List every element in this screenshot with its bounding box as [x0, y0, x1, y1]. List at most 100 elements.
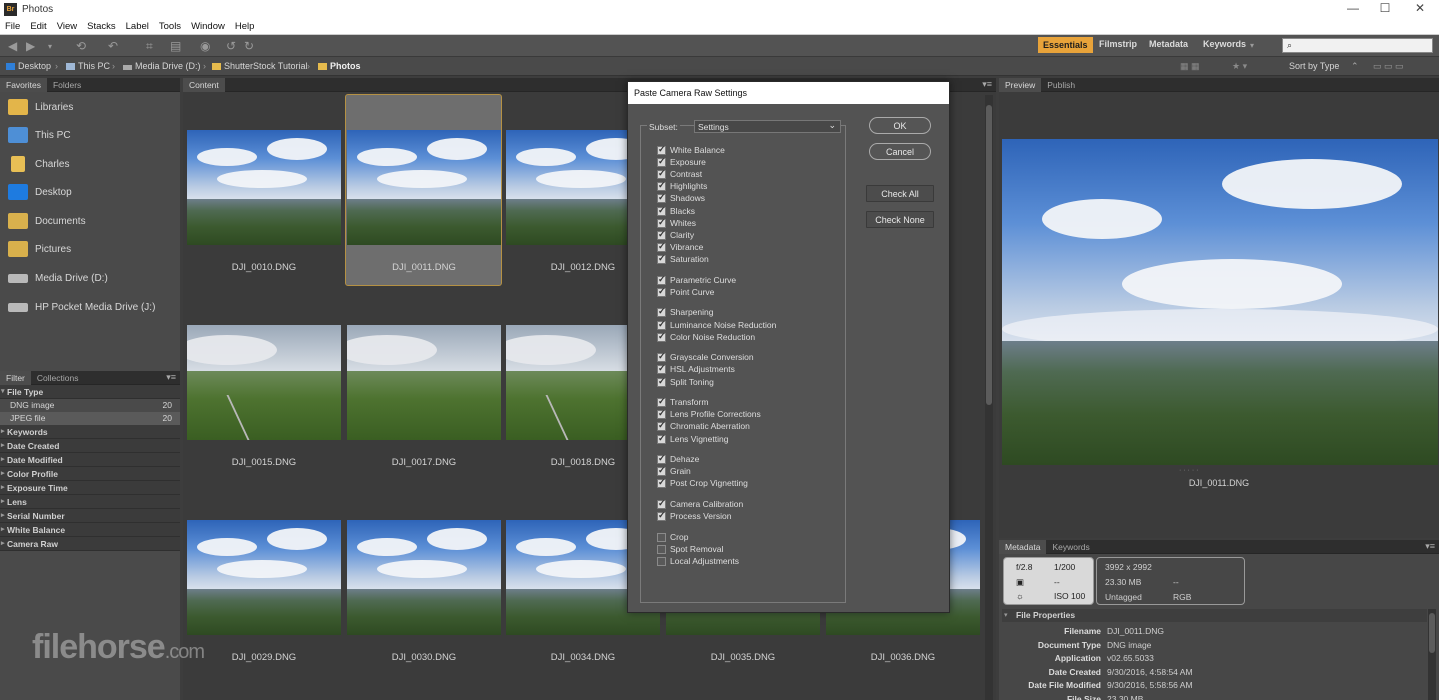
setting-checkbox[interactable]: Split Toning [657, 376, 714, 388]
setting-checkbox[interactable]: Highlights [657, 180, 707, 192]
breadcrumb-desktop[interactable]: Desktop [6, 61, 51, 71]
checkbox-icon[interactable] [657, 376, 666, 387]
open-in-camera-raw-icon[interactable]: ◉ [200, 39, 210, 53]
filter-white-balance[interactable]: White Balance [0, 523, 180, 537]
favorite-desktop[interactable]: Desktop [0, 179, 180, 207]
filter-row[interactable]: JPEG file 20 [0, 412, 180, 425]
menu-file[interactable]: File [0, 19, 25, 32]
favorite-media-drive[interactable]: Media Drive (D:) [0, 265, 180, 293]
setting-checkbox[interactable]: HSL Adjustments [657, 363, 735, 375]
checkbox-icon[interactable] [657, 331, 666, 342]
checkbox-icon[interactable] [657, 453, 666, 465]
tab-content[interactable]: Content [183, 78, 225, 92]
filter-exposure-time[interactable]: Exposure Time [0, 481, 180, 495]
history-dropdown-icon[interactable]: ▾ [48, 42, 52, 51]
menu-tools[interactable]: Tools [154, 19, 186, 32]
tab-preview[interactable]: Preview [999, 78, 1042, 92]
setting-checkbox[interactable]: Exposure [657, 156, 706, 168]
tab-filter[interactable]: Filter [0, 371, 31, 385]
workspace-essentials[interactable]: Essentials [1038, 37, 1093, 53]
setting-checkbox[interactable]: Sharpening [657, 306, 713, 318]
filter-date-created[interactable]: Date Created [0, 439, 180, 453]
rotate-right-icon[interactable]: ↻ [244, 39, 254, 53]
breadcrumb-shutterstock[interactable]: ShutterStock Tutorial [212, 61, 308, 71]
setting-checkbox[interactable]: Clarity [657, 229, 694, 241]
checkbox-icon[interactable] [657, 217, 666, 228]
setting-checkbox[interactable]: Color Noise Reduction [657, 331, 755, 343]
setting-checkbox[interactable]: White Balance [657, 144, 725, 156]
setting-checkbox[interactable]: Point Curve [657, 286, 714, 298]
tab-collections[interactable]: Collections [31, 371, 85, 385]
thumbnail-image[interactable] [347, 130, 501, 245]
rotate-left-icon[interactable]: ↺ [226, 39, 236, 53]
breadcrumb-photos[interactable]: Photos [318, 61, 361, 71]
breadcrumb-this-pc[interactable]: This PC [66, 61, 110, 71]
filter-serial-number[interactable]: Serial Number [0, 509, 180, 523]
thumbnail-image[interactable] [347, 520, 501, 635]
checkbox-icon[interactable] [657, 319, 666, 330]
setting-checkbox[interactable]: Dehaze [657, 453, 699, 465]
file-properties-header[interactable]: File Properties [1002, 609, 1427, 622]
content-scrollbar[interactable] [985, 95, 993, 700]
checkbox-icon[interactable] [657, 396, 666, 408]
cancel-button[interactable]: Cancel [869, 143, 931, 160]
filter-color-profile[interactable]: Color Profile [0, 467, 180, 481]
favorite-charles[interactable]: Charles [0, 151, 180, 179]
menu-stacks[interactable]: Stacks [82, 19, 121, 32]
checkbox-icon[interactable] [657, 420, 666, 432]
search-input[interactable]: ⌕ [1282, 38, 1433, 53]
minimize-icon[interactable]: — [1338, 1, 1368, 18]
workspace-keywords[interactable]: Keywords [1203, 39, 1246, 49]
tab-folders[interactable]: Folders [47, 78, 87, 92]
setting-checkbox[interactable]: Vibrance [657, 241, 703, 253]
panel-menu-icon[interactable]: ▾≡ [1425, 541, 1435, 552]
checkbox-icon[interactable] [657, 192, 666, 204]
thumbnail-image[interactable] [347, 325, 501, 440]
maximize-icon[interactable]: ☐ [1370, 1, 1400, 18]
sort-order-icon[interactable]: ⌃ [1351, 61, 1359, 72]
setting-checkbox[interactable]: Parametric Curve [657, 274, 736, 286]
star-filter-icon[interactable]: ★ ▾ [1232, 61, 1247, 72]
subset-select[interactable]: Settings [694, 120, 841, 133]
filter-file-type[interactable]: File Type [0, 385, 180, 399]
setting-checkbox[interactable]: Camera Calibration [657, 498, 743, 510]
checkbox-icon[interactable] [657, 274, 666, 285]
setting-checkbox[interactable]: Lens Vignetting [657, 433, 728, 445]
checkbox-icon[interactable] [657, 477, 666, 489]
tab-favorites[interactable]: Favorites [0, 78, 47, 92]
back-icon[interactable]: ◀ [8, 39, 17, 53]
setting-checkbox[interactable]: Blacks [657, 205, 695, 217]
setting-checkbox[interactable]: Grayscale Conversion [657, 351, 754, 363]
checkbox-icon[interactable] [657, 532, 666, 542]
checkbox-icon[interactable] [657, 510, 666, 522]
setting-checkbox[interactable]: Post Crop Vignetting [657, 477, 748, 489]
checkbox-icon[interactable] [657, 351, 666, 363]
checkbox-icon[interactable] [657, 144, 666, 155]
return-icon[interactable]: ↶ [108, 39, 118, 53]
breadcrumb-media-drive[interactable]: Media Drive (D:) [123, 61, 201, 71]
workspace-filmstrip[interactable]: Filmstrip [1099, 39, 1137, 49]
thumbnail-image[interactable] [187, 520, 341, 635]
reveal-icon[interactable]: ⟲ [76, 39, 86, 53]
checkbox-icon[interactable] [657, 168, 666, 180]
workspace-metadata[interactable]: Metadata [1149, 39, 1188, 49]
favorite-documents[interactable]: Documents [0, 208, 180, 236]
checkbox-icon[interactable] [657, 156, 666, 168]
tab-publish[interactable]: Publish [1041, 78, 1081, 92]
ok-button[interactable]: OK [869, 117, 931, 134]
grid-view-icon[interactable]: ▦ ▦ [1180, 61, 1200, 72]
checkbox-icon[interactable] [657, 433, 666, 444]
menu-edit[interactable]: Edit [25, 19, 51, 32]
checkbox-icon[interactable] [657, 557, 666, 567]
checkbox-icon[interactable] [657, 229, 666, 240]
filter-keywords[interactable]: Keywords [0, 425, 180, 439]
favorite-libraries[interactable]: Libraries [0, 94, 180, 122]
refine-icon[interactable]: ▤ [170, 39, 181, 53]
setting-checkbox[interactable]: Luminance Noise Reduction [657, 319, 776, 331]
tab-keywords[interactable]: Keywords [1046, 540, 1095, 554]
checkbox-icon[interactable] [657, 465, 666, 477]
setting-checkbox[interactable]: Process Version [657, 510, 731, 522]
checkbox-icon[interactable] [657, 408, 666, 420]
camera-get-photos-icon[interactable]: ⌗ [146, 39, 153, 54]
setting-checkbox[interactable]: Grain [657, 465, 691, 477]
